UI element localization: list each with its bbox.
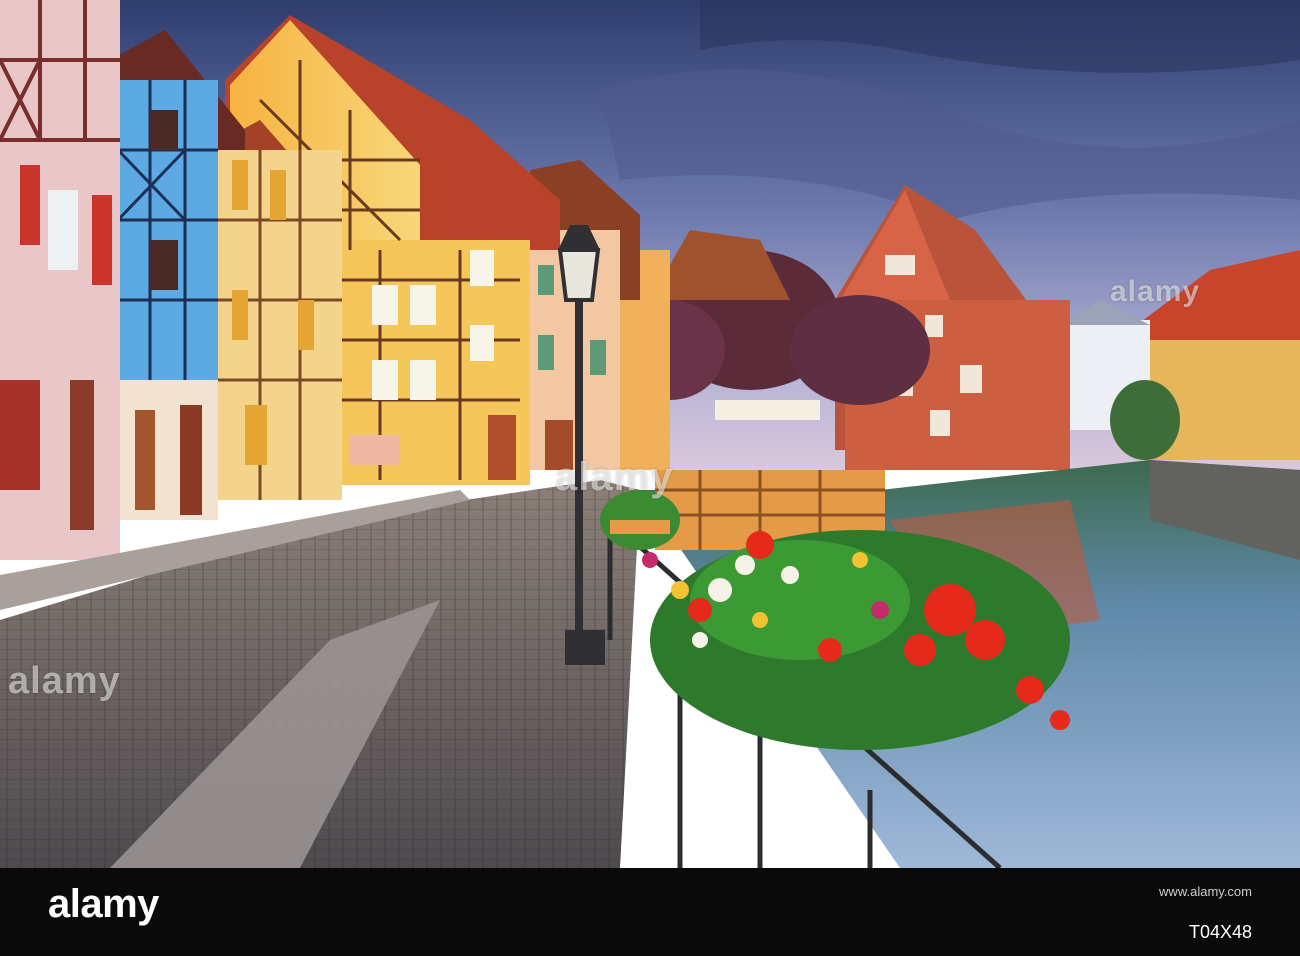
door (180, 405, 202, 515)
footer-url[interactable]: www.alamy.com (1159, 884, 1252, 899)
door (488, 415, 516, 480)
door (135, 410, 155, 510)
door (545, 420, 573, 470)
alamy-logo[interactable]: alamy (48, 882, 159, 927)
tree-green (1110, 380, 1180, 460)
scene-illustration (0, 0, 1300, 868)
stock-photo-frame: alamy alamy alamy alamy www.alamy.com T0… (0, 0, 1300, 956)
door (70, 380, 94, 530)
photo-colmar-canal-street: alamy alamy alamy (0, 0, 1300, 868)
image-id: T04X48 (1188, 922, 1252, 942)
footer-bar: alamy www.alamy.com T04X48 (0, 868, 1300, 956)
pergola (715, 400, 820, 420)
